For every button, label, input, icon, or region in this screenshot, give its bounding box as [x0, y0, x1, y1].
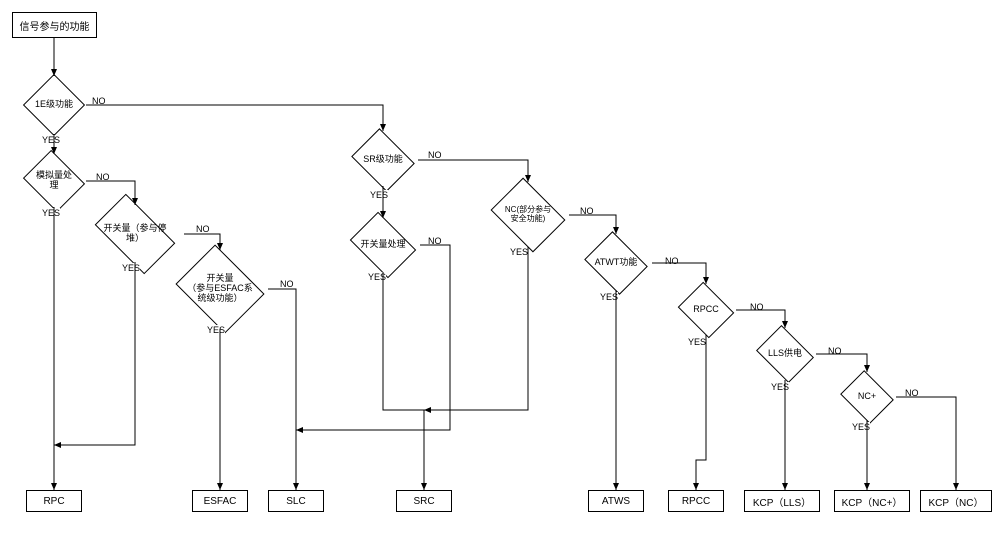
label-yes: YES [771, 382, 789, 392]
terminal-rpc-label: RPC [43, 496, 64, 507]
label-yes: YES [688, 337, 706, 347]
decision-1e: 1E级功能 [32, 83, 76, 127]
decision-sr: SR级功能 [358, 140, 408, 180]
terminal-esfac-label: ESFAC [204, 496, 237, 507]
start-label: 信号参与的功能 [20, 18, 90, 33]
decision-atwt-label: ATWT功能 [593, 258, 640, 268]
terminal-slc: SLC [268, 490, 324, 512]
decision-switch-process: 开关量处理 [356, 225, 410, 265]
terminal-atws-label: ATWS [602, 496, 630, 507]
label-yes: YES [42, 135, 60, 145]
label-no: NO [665, 256, 679, 266]
decision-analog: 模拟量处理 [30, 161, 78, 201]
terminal-src-label: SRC [413, 496, 434, 507]
decision-switch-esfac-label: 开关量 （参与ESFAC系 统级功能） [185, 274, 255, 304]
decision-switch-process-label: 开关量处理 [358, 240, 407, 250]
decision-rpcc-label: RPCC [691, 305, 721, 315]
label-no: NO [280, 279, 294, 289]
label-yes: YES [122, 263, 140, 273]
decision-analog-label: 模拟量处理 [30, 171, 78, 191]
terminal-kcp-ncplus-label: KCP（NC+） [842, 494, 903, 509]
decision-ncplus: NC+ [846, 380, 888, 414]
label-no: NO [428, 236, 442, 246]
terminal-kcp-ncplus: KCP（NC+） [834, 490, 910, 512]
label-yes: YES [368, 272, 386, 282]
terminal-rpcc: RPCC [668, 490, 724, 512]
decision-lls-label: LLS供电 [766, 349, 804, 359]
label-yes: YES [852, 422, 870, 432]
decision-nc-label: NC(部分参与 安全功能) [503, 206, 553, 224]
terminal-rpcc-label: RPCC [682, 496, 710, 507]
decision-1e-label: 1E级功能 [33, 100, 75, 110]
terminal-kcp-lls-label: KCP（LLS） [753, 494, 811, 509]
decision-ncplus-label: NC+ [856, 392, 878, 402]
label-no: NO [580, 206, 594, 216]
label-no: NO [905, 388, 919, 398]
decision-nc: NC(部分参与 安全功能) [498, 192, 558, 238]
label-yes: YES [600, 292, 618, 302]
decision-switch-trip: 开关量（参与停堆） [100, 212, 170, 256]
decision-lls: LLS供电 [762, 336, 808, 372]
terminal-esfac: ESFAC [192, 490, 248, 512]
label-no: NO [828, 346, 842, 356]
label-yes: YES [370, 190, 388, 200]
decision-switch-trip-label: 开关量（参与停堆） [100, 224, 170, 244]
label-no: NO [196, 224, 210, 234]
decision-rpcc: RPCC [684, 292, 728, 328]
label-no: NO [428, 150, 442, 160]
decision-atwt: ATWT功能 [591, 243, 641, 283]
label-yes: YES [510, 247, 528, 257]
label-no: NO [750, 302, 764, 312]
start-node: 信号参与的功能 [12, 12, 97, 38]
decision-sr-label: SR级功能 [361, 155, 405, 165]
terminal-slc-label: SLC [286, 496, 305, 507]
terminal-atws: ATWS [588, 490, 644, 512]
terminal-kcp-nc: KCP（NC） [920, 490, 992, 512]
terminal-kcp-nc-label: KCP（NC） [928, 494, 983, 509]
decision-switch-esfac: 开关量 （参与ESFAC系 统级功能） [185, 261, 255, 317]
label-yes: YES [207, 325, 225, 335]
label-no: NO [96, 172, 110, 182]
terminal-rpc: RPC [26, 490, 82, 512]
label-no: NO [92, 96, 106, 106]
terminal-src: SRC [396, 490, 452, 512]
terminal-kcp-lls: KCP（LLS） [744, 490, 820, 512]
label-yes: YES [42, 208, 60, 218]
